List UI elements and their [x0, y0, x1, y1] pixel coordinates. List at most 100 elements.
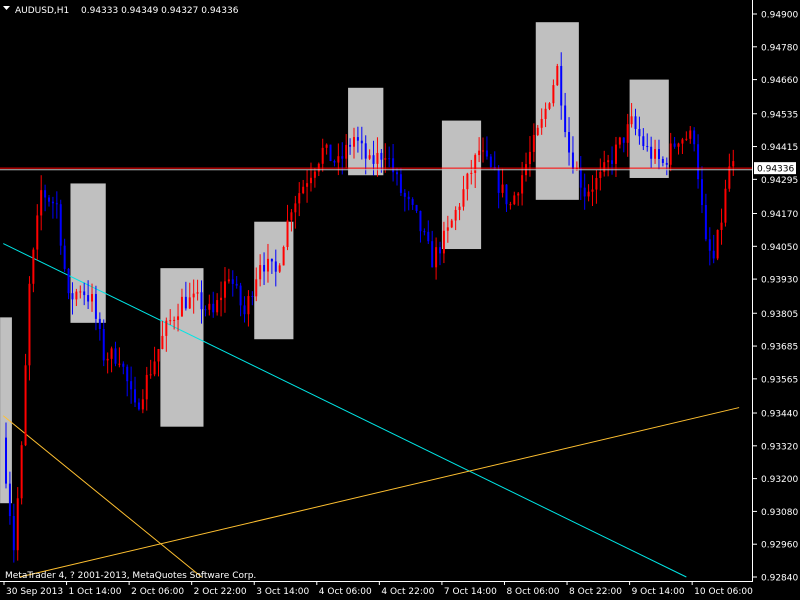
chart-window[interactable]: 0.94900 0.94780 0.94660 0.94535 0.94415 0.942… [0, 0, 800, 600]
candle-body [48, 197, 51, 202]
candle-body [485, 150, 488, 157]
candle-body [91, 294, 94, 302]
candle-body [274, 261, 277, 272]
candle-body [36, 215, 39, 250]
candle-body [12, 516, 15, 551]
candle-body [419, 210, 422, 232]
candle-body [388, 158, 391, 160]
candle-body [396, 172, 398, 175]
candle [20, 441, 23, 505]
candle-body [712, 250, 715, 259]
candle-body [513, 195, 516, 205]
candle-body [681, 139, 684, 144]
candle [28, 276, 31, 381]
candle-body [599, 171, 602, 178]
candle-body [180, 296, 183, 317]
candle-body [333, 161, 336, 163]
candle-body [32, 249, 35, 284]
candle-body [521, 175, 524, 194]
candle-body [83, 291, 86, 296]
candle-body [251, 296, 254, 298]
candle-body [71, 293, 74, 300]
y-tick-label: 0.94295 [761, 176, 798, 186]
candle [716, 229, 719, 261]
candle-body [642, 136, 645, 147]
candle-body [364, 143, 367, 159]
candle-body [67, 268, 70, 294]
candle-body [40, 190, 43, 216]
candle-body [278, 265, 281, 272]
candle-body [309, 177, 312, 184]
candle-body [298, 193, 301, 204]
y-tick-label: 0.93200 [761, 475, 798, 485]
candle-body [87, 295, 90, 302]
y-tick-label: 0.94780 [761, 43, 798, 53]
candle-body [8, 483, 11, 517]
candle-body [544, 108, 547, 119]
candle-body [313, 171, 316, 178]
candle-body [411, 199, 414, 205]
candle-body [243, 305, 246, 315]
candle-body [177, 316, 180, 320]
candle-body [665, 162, 668, 165]
candle-body [517, 193, 520, 196]
candle-body [591, 189, 594, 192]
candle-body [227, 279, 230, 282]
candle-body [134, 389, 137, 403]
candle-body [325, 144, 328, 148]
copyright-label: MetaTrader 4, ? 2001-2013, MetaQuotes So… [5, 571, 256, 581]
candle-body [560, 65, 563, 106]
candle-body [564, 105, 567, 133]
candle-body [466, 173, 469, 190]
candle-body [118, 363, 121, 365]
candle-body [102, 328, 105, 361]
candle-body [5, 437, 7, 484]
candle-body [110, 348, 113, 359]
candle-body [407, 196, 410, 200]
candle-body [732, 161, 735, 167]
candle-body [536, 127, 539, 135]
candle-body [259, 265, 262, 280]
candle [282, 245, 285, 266]
candle-body [376, 152, 379, 164]
candle-body [149, 374, 152, 376]
candle-body [368, 155, 371, 159]
candle-body [59, 204, 62, 246]
y-tick-label: 0.94900 [761, 11, 798, 21]
candle-body [63, 245, 66, 269]
candle-body [75, 291, 78, 300]
candle-body [603, 162, 606, 172]
candle-body [329, 144, 332, 162]
candle-body [689, 130, 692, 139]
candle-body [345, 144, 348, 159]
candle-body [423, 231, 426, 233]
candle-body [208, 303, 211, 310]
candle-body [482, 150, 485, 152]
candle-body [212, 303, 215, 313]
ohlc-values: 0.94333 0.94349 0.94327 0.94336 [81, 6, 239, 16]
candle-body [673, 143, 676, 147]
candle-body [130, 381, 133, 390]
candle-body [263, 265, 266, 272]
candle-body [704, 205, 707, 240]
candle-body [337, 156, 340, 163]
x-tick-label: 4 Oct 06:00 [319, 587, 372, 597]
highlight-box [535, 22, 579, 200]
candle-body [220, 297, 223, 301]
candle-body [126, 366, 129, 382]
candle-body [79, 291, 82, 293]
candle-body [169, 320, 172, 322]
candle-body [505, 184, 508, 205]
candle-body [294, 203, 297, 213]
candle-body [540, 118, 543, 128]
x-tick-label: 10 Oct 06:00 [694, 587, 753, 597]
candle-body [196, 292, 199, 294]
candle-body [587, 191, 590, 197]
candle-body [137, 402, 140, 410]
candle-body [51, 201, 54, 204]
x-tick-label: 9 Oct 14:00 [632, 587, 685, 597]
candle-body [427, 231, 430, 242]
candle-body [165, 320, 168, 336]
candle-body [403, 192, 406, 197]
candle-body [470, 172, 473, 174]
